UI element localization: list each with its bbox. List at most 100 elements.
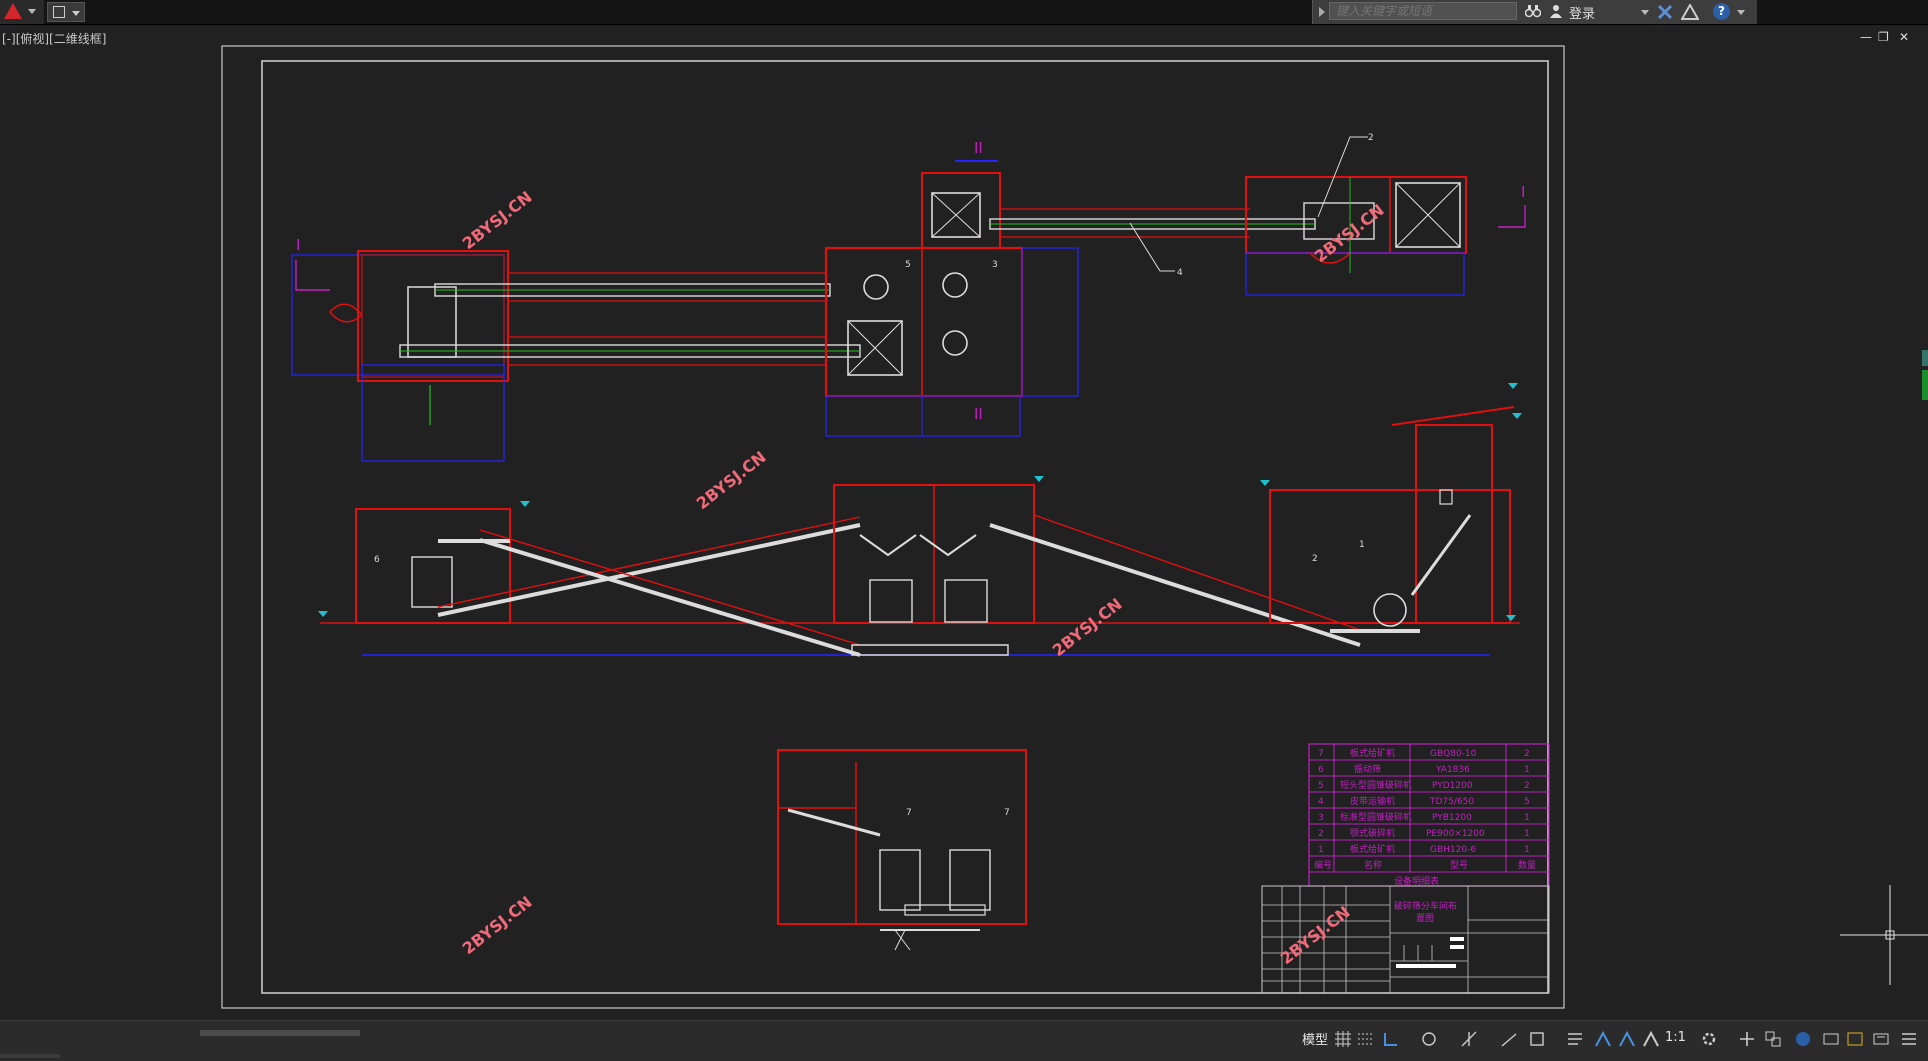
parts-header-name: 名称 xyxy=(1364,859,1382,871)
lineweight-icon[interactable] xyxy=(1566,1030,1584,1048)
expand-search-icon[interactable] xyxy=(1319,7,1325,17)
callout-1: 1 xyxy=(1359,540,1365,550)
parts-row-model: GBH120-6 xyxy=(1430,845,1476,855)
section-mark-I-right: I xyxy=(1521,183,1525,201)
user-icon[interactable] xyxy=(1549,4,1563,18)
parts-row-qty: 1 xyxy=(1524,829,1530,839)
callout-7a: 7 xyxy=(906,808,912,818)
application-menu-button[interactable] xyxy=(0,0,44,24)
callout-3: 3 xyxy=(992,260,998,270)
menu-icon[interactable] xyxy=(1900,1030,1918,1048)
isolate-objects-icon[interactable] xyxy=(1794,1030,1812,1048)
watermark: 2BYSJ.CN xyxy=(1049,594,1126,660)
chevron-down-icon xyxy=(28,9,36,14)
parts-row-model: GBQ80-10 xyxy=(1430,749,1477,759)
clean-screen-icon[interactable] xyxy=(1846,1030,1864,1048)
hardware-acceleration-icon[interactable] xyxy=(1822,1030,1840,1048)
parts-row-model: YA1836 xyxy=(1435,765,1470,775)
watermark: 2BYSJ.CN xyxy=(459,187,536,253)
parts-row-no: 4 xyxy=(1318,797,1324,807)
search-input[interactable] xyxy=(1329,2,1517,20)
ucs-icon[interactable] xyxy=(1764,1030,1782,1048)
callout-6: 6 xyxy=(374,555,380,565)
section-view: 7 7 xyxy=(777,749,1027,951)
callout-2: 2 xyxy=(1368,133,1374,143)
cursor-crosshair-icon xyxy=(1840,885,1928,985)
watermark: 2BYSJ.CN xyxy=(1311,200,1388,266)
annotation-scale-icon[interactable] xyxy=(1594,1030,1612,1048)
drawing-viewport[interactable]: I I II II 2 4 5 3 6 2 1 7 7 7 板式给矿机 GBQ8… xyxy=(0,25,1928,1022)
exchange-apps-icon[interactable] xyxy=(1657,4,1673,20)
drawing-title-line1: 破碎筛分车间布 xyxy=(1394,900,1457,912)
annotation-visibility-icon[interactable] xyxy=(1618,1030,1636,1048)
parts-row-name: 颚式破碎机 xyxy=(1350,827,1395,839)
parts-row-no: 6 xyxy=(1318,765,1324,775)
parts-row-qty: 1 xyxy=(1524,813,1530,823)
parts-row-qty: 2 xyxy=(1524,781,1530,791)
parts-header-model: 型号 xyxy=(1450,860,1468,871)
parts-header-no: 编号 xyxy=(1314,859,1332,871)
watermark: 2BYSJ.CN xyxy=(693,447,770,513)
minimize-button[interactable]: — xyxy=(1860,31,1872,43)
callout-5: 5 xyxy=(905,260,911,270)
parts-caption: 设备明细表 xyxy=(1394,875,1439,887)
transparency-icon[interactable] xyxy=(1528,1030,1546,1048)
parts-row-name: 板式给矿机 xyxy=(1350,843,1395,855)
scroll-thumb[interactable] xyxy=(1922,370,1928,400)
section-mark-II-top: II xyxy=(974,139,983,157)
parts-row-no: 3 xyxy=(1318,813,1324,823)
parts-row-no: 1 xyxy=(1318,845,1324,855)
cad-drawing: I I II II 2 4 5 3 6 2 1 7 7 7 板式给矿机 GBQ8… xyxy=(221,45,1565,1009)
parts-row-name: 标准型圆锥破碎机 xyxy=(1340,811,1412,823)
parts-list-table: 7 板式给矿机 GBQ80-10 2 6 振动筛 YA1836 1 5 短头型圆… xyxy=(1308,743,1550,887)
polar-tracking-icon[interactable] xyxy=(1420,1030,1438,1048)
parts-row-model: PYB1200 xyxy=(1432,813,1472,823)
quick-access-toolbar-button[interactable] xyxy=(47,2,85,22)
snap-icon[interactable] xyxy=(1356,1030,1374,1048)
sign-in-label[interactable]: 登录 xyxy=(1569,3,1595,22)
viewport-controls-label[interactable]: [-][俯视][二维线框] xyxy=(2,30,106,47)
watermark: 2BYSJ.CN xyxy=(1277,902,1354,968)
parts-row-no: 5 xyxy=(1318,781,1324,791)
parts-row-model: PE900×1200 xyxy=(1426,829,1485,839)
parts-row-name: 短头型圆锥破碎机 xyxy=(1340,779,1412,791)
model-space-button[interactable]: 模型 xyxy=(1302,1029,1328,1048)
plus-icon[interactable] xyxy=(1738,1030,1756,1048)
gear-icon[interactable] xyxy=(1700,1030,1718,1048)
drawing-title-line2: 置图 xyxy=(1416,913,1434,924)
grid-icon[interactable] xyxy=(1334,1030,1352,1048)
horizontal-scrollbar[interactable] xyxy=(200,1030,360,1036)
layout-tabs-strip[interactable] xyxy=(0,1054,60,1058)
full-screen-icon[interactable] xyxy=(1872,1030,1890,1048)
plan-view: I I II II 2 4 5 3 xyxy=(291,133,1526,462)
parts-row-qty: 1 xyxy=(1524,845,1530,855)
parts-row-no: 7 xyxy=(1318,749,1324,759)
chevron-down-icon[interactable] xyxy=(1737,10,1745,15)
chevron-down-icon xyxy=(72,11,80,16)
section-mark-II-bottom: II xyxy=(974,405,983,423)
a360-icon[interactable] xyxy=(1681,4,1699,20)
close-button[interactable]: ✕ xyxy=(1899,31,1909,43)
infocenter-toolbar: 登录 ? xyxy=(1312,0,1757,24)
callout-7b: 7 xyxy=(1004,808,1010,818)
parts-row-qty: 1 xyxy=(1524,765,1530,775)
parts-row-model: PYD1200 xyxy=(1432,781,1473,791)
autocad-logo-icon xyxy=(4,3,22,19)
chevron-down-icon[interactable] xyxy=(1641,10,1649,15)
osnap-tracking-icon[interactable] xyxy=(1460,1030,1478,1048)
parts-row-name: 振动筛 xyxy=(1354,763,1381,775)
parts-row-no: 2 xyxy=(1318,829,1324,839)
auto-scale-icon[interactable] xyxy=(1642,1030,1660,1048)
workspace-icon xyxy=(53,6,65,18)
parts-row-qty: 2 xyxy=(1524,749,1530,759)
object-snap-icon[interactable] xyxy=(1500,1030,1518,1048)
parts-row-qty: 5 xyxy=(1524,797,1530,807)
binoculars-icon[interactable] xyxy=(1525,4,1541,18)
annotation-scale-dropdown[interactable]: 1:1 xyxy=(1665,1030,1686,1045)
restore-button[interactable]: ❐ xyxy=(1878,31,1889,43)
callout-4: 4 xyxy=(1177,268,1183,278)
help-icon[interactable]: ? xyxy=(1713,3,1730,20)
callout-2b: 2 xyxy=(1312,554,1318,564)
ortho-icon[interactable] xyxy=(1382,1030,1400,1048)
parts-header-qty: 数量 xyxy=(1518,859,1536,871)
